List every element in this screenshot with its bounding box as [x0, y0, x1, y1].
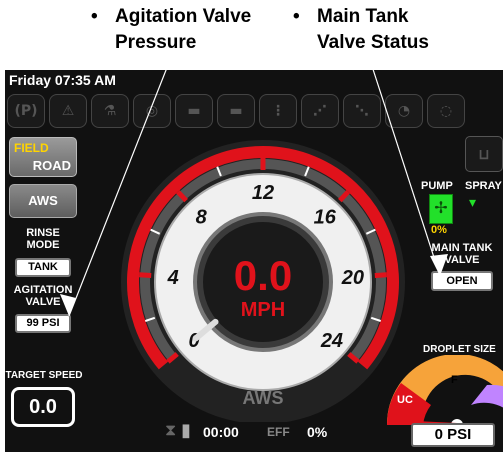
- warning-icon[interactable]: ⚠: [49, 94, 87, 128]
- aws-button-label: AWS: [28, 193, 58, 208]
- droplet-mid-label: F: [451, 374, 458, 386]
- tank-fill-icon[interactable]: ◔: [385, 94, 423, 128]
- chemical-icon[interactable]: ⚗: [91, 94, 129, 128]
- gauge-tick: [374, 272, 387, 278]
- eff-value: 0%: [307, 424, 328, 440]
- field-mode-label: FIELD: [14, 141, 49, 155]
- agitation-valve-pressure-callout: • Agitation Valve Pressure: [91, 4, 252, 56]
- gauge-tick-label: 24: [320, 330, 343, 352]
- engine-icon[interactable]: ▬: [217, 94, 255, 128]
- callout-text: Valve Status: [317, 32, 429, 53]
- boom-left-icon[interactable]: ⋮: [259, 94, 297, 128]
- gauge-tick: [139, 272, 152, 278]
- spray-label: SPRAY: [465, 180, 502, 192]
- agitation-valve-pressure[interactable]: 99 PSI: [15, 314, 71, 333]
- callout-text: Agitation Valve: [115, 6, 252, 27]
- eff-label: EFF: [267, 425, 290, 439]
- aws-button[interactable]: AWS: [9, 184, 77, 218]
- field-road-toggle[interactable]: FIELD ROAD: [9, 137, 77, 177]
- spray-pressure-value: 0 PSI: [411, 423, 495, 447]
- hourglass-icon: ⧗: [165, 422, 177, 439]
- status-icon-bar: (P) ⚠ ⚗ ◎ ▬ ▬ ⋮ ⋰ ⋱ ◔ ◌: [7, 94, 465, 128]
- speedometer-gauge: 04812162024 0.0 MPH AWS: [121, 140, 405, 422]
- date-time: Friday 07:35 AM: [9, 72, 116, 88]
- sprayer-display-screen: Friday 07:35 AM (P) ⚠ ⚗ ◎ ▬ ▬ ⋮ ⋰ ⋱ ◔ ◌ …: [5, 70, 503, 452]
- rinse-mode-label: RINSE MODE: [26, 227, 60, 251]
- gauge-mode-label: AWS: [242, 388, 283, 408]
- target-speed-value: 0.0: [29, 396, 57, 418]
- speed-unit: MPH: [241, 299, 285, 321]
- main-tank-valve-status-callout: • Main Tank Valve Status: [293, 4, 429, 56]
- speed-readout: 0.0: [234, 252, 292, 299]
- gauge-tick-label: 4: [167, 267, 179, 289]
- parking-brake-icon[interactable]: (P): [7, 94, 45, 128]
- pump-warning-icon[interactable]: ◎: [133, 94, 171, 128]
- gauge-tick-label: 16: [314, 207, 337, 229]
- target-speed-field[interactable]: 0.0: [11, 387, 75, 427]
- main-tank-valve-label: MAIN TANK VALVE: [431, 242, 493, 266]
- timer-icon: ▮: [181, 420, 191, 440]
- spray-nozzle-icon[interactable]: ▾: [469, 194, 476, 211]
- droplet-low-label: UC: [397, 394, 413, 406]
- flush-icon[interactable]: ◌: [427, 94, 465, 128]
- rinse-mode-value[interactable]: TANK: [15, 258, 71, 277]
- tank-view-button[interactable]: ⊔: [465, 136, 503, 172]
- callout-text: Main Tank: [317, 6, 409, 27]
- main-tank-valve-status[interactable]: OPEN: [431, 271, 493, 291]
- agitation-valve-label: AGITATION VALVE: [13, 284, 73, 308]
- gauge-tick-label: 8: [196, 207, 208, 229]
- target-speed-label: TARGET SPEED: [5, 370, 83, 381]
- gauge-tick-label: 12: [252, 182, 274, 204]
- pump-label: PUMP: [421, 180, 453, 192]
- pump-fan-icon[interactable]: ✢: [429, 194, 453, 224]
- gauge-tick-label: 20: [341, 267, 364, 289]
- pump-percent: 0%: [431, 224, 447, 236]
- engine-icon[interactable]: ▬: [175, 94, 213, 128]
- boom-right-icon[interactable]: ⋰: [301, 94, 339, 128]
- callout-text: Pressure: [115, 32, 197, 53]
- road-mode-label: ROAD: [32, 158, 71, 173]
- boom-arm-icon[interactable]: ⋱: [343, 94, 381, 128]
- timer-value: 00:00: [203, 424, 239, 440]
